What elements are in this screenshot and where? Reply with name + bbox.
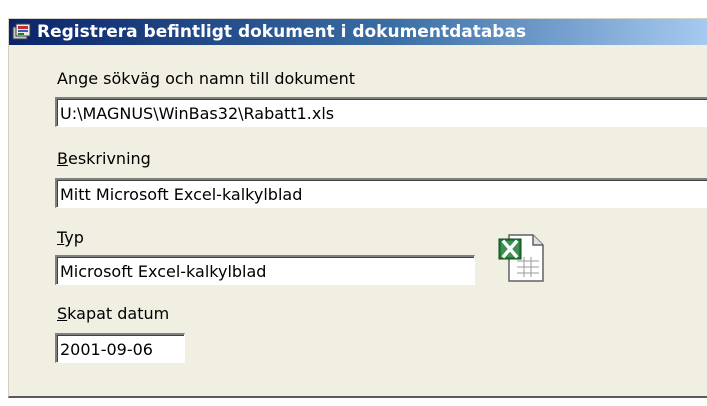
path-input[interactable]: U:\MAGNUS\WinBas32\Rabatt1.xls [55, 97, 707, 127]
app-icon [12, 23, 32, 41]
type-label-text: yp [64, 228, 84, 247]
window-title: Registrera befintligt dokument i dokumen… [37, 22, 527, 42]
description-label-text: eskrivning [67, 149, 151, 168]
type-label: Typ [57, 228, 84, 247]
description-input[interactable]: Mitt Microsoft Excel-kalkylblad [55, 178, 707, 208]
dialog-window: Registrera befintligt dokument i dokumen… [8, 18, 707, 398]
type-input[interactable]: Microsoft Excel-kalkylblad [55, 255, 475, 285]
excel-document-icon [497, 231, 547, 283]
created-date-label-accesskey: S [57, 304, 68, 323]
title-bar[interactable]: Registrera befintligt dokument i dokumen… [9, 19, 707, 45]
created-date-label: Skapat datum [57, 304, 169, 323]
path-label: Ange sökväg och namn till dokument [57, 69, 356, 88]
created-date-input[interactable]: 2001-09-06 [55, 333, 185, 363]
created-date-label-text: kapat datum [67, 304, 170, 323]
description-label-accesskey: B [57, 149, 68, 168]
description-label: Beskrivning [57, 149, 151, 168]
